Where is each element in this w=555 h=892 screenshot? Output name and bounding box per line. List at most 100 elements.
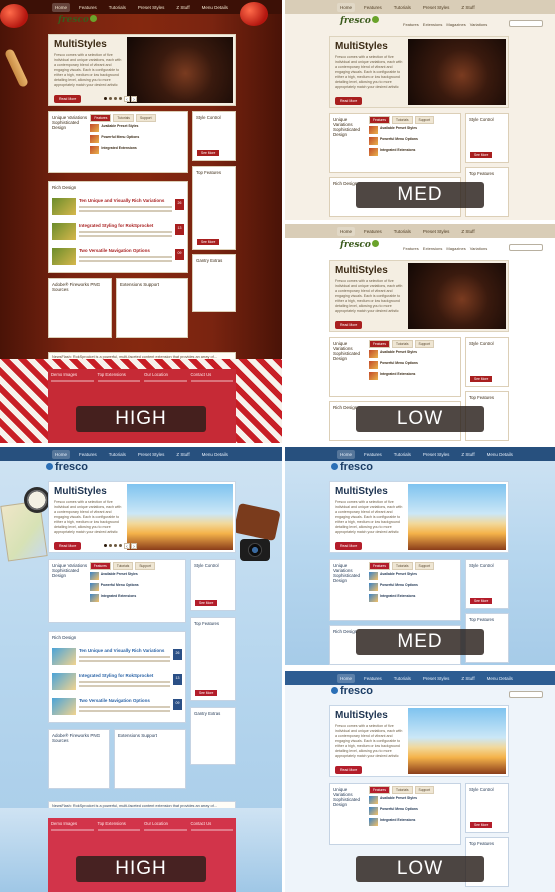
read-more-button[interactable]: Read More <box>335 97 363 105</box>
prev-arrow-icon[interactable]: ‹ <box>124 96 130 103</box>
search-input[interactable] <box>509 244 543 251</box>
feature-label[interactable]: Available Preset Styles <box>380 126 417 130</box>
nav-features[interactable]: Features <box>361 227 385 236</box>
nav-menu-details[interactable]: Menu Details <box>199 450 231 459</box>
nav-preset-styles[interactable]: Preset Styles <box>135 3 168 12</box>
nav-z-stuff[interactable]: Z Stuff <box>458 227 477 236</box>
nav-z-stuff[interactable]: Z Stuff <box>458 3 477 12</box>
tab-tutorials[interactable]: Tutorials <box>392 116 413 124</box>
nav-tutorials[interactable]: Tutorials <box>106 450 129 459</box>
nav-features[interactable]: Features <box>361 450 385 459</box>
feature-label[interactable]: Integrated Extensions <box>380 818 415 822</box>
tab-tutorials[interactable]: Tutorials <box>113 114 134 122</box>
nav-z-stuff[interactable]: Z Stuff <box>173 450 192 459</box>
read-more-button[interactable]: Read More <box>335 766 363 774</box>
nav-home[interactable]: Home <box>52 2 71 12</box>
nav-tutorials[interactable]: Tutorials <box>391 450 414 459</box>
slide-dot[interactable] <box>109 97 112 100</box>
see-more-button[interactable]: See More <box>470 598 493 604</box>
read-more-button[interactable]: Read More <box>335 542 363 550</box>
see-more-button[interactable]: See More <box>470 376 493 382</box>
nav-tutorials[interactable]: Tutorials <box>391 674 414 683</box>
subnav-item[interactable]: Extensions <box>423 22 443 27</box>
fresco-logo[interactable]: fresco <box>340 240 379 250</box>
tab-tutorials[interactable]: Tutorials <box>112 562 134 570</box>
nav-preset-styles[interactable]: Preset Styles <box>420 227 453 236</box>
tab-features[interactable]: Features <box>369 116 391 124</box>
nav-home[interactable]: Home <box>337 673 356 683</box>
nav-features[interactable]: Features <box>76 3 100 12</box>
fresco-logo[interactable]: fresco <box>58 15 97 25</box>
slide-dot[interactable] <box>119 544 122 547</box>
see-more-button[interactable]: See More <box>195 600 218 606</box>
see-more-button[interactable]: See More <box>470 822 493 828</box>
subnav-item[interactable]: Variations <box>470 246 488 251</box>
rich-item-title[interactable]: Integrated Styling for RokSprocket <box>79 223 153 228</box>
tab-support[interactable]: Support <box>135 114 156 122</box>
tab-features[interactable]: Features <box>369 340 391 348</box>
feature-label[interactable]: Available Preset Styles <box>101 572 138 576</box>
prev-arrow-icon[interactable]: ‹ <box>124 543 130 550</box>
rich-item-title[interactable]: Two Versatile Navigation Options <box>79 698 150 703</box>
rich-item-title[interactable]: Two Versatile Navigation Options <box>79 248 150 253</box>
subnav-item[interactable]: Features <box>403 22 419 27</box>
feature-label[interactable]: Available Preset Styles <box>380 572 417 576</box>
feature-label[interactable]: Powerful Menu Options <box>380 137 418 141</box>
next-arrow-icon[interactable]: › <box>131 543 137 550</box>
feature-label[interactable]: Powerful Menu Options <box>380 807 418 811</box>
tab-features[interactable]: Features <box>89 562 111 570</box>
nav-menu-details[interactable]: Menu Details <box>484 450 516 459</box>
tab-features[interactable]: Features <box>90 114 112 122</box>
nav-z-stuff[interactable]: Z Stuff <box>173 3 192 12</box>
rich-item-title[interactable]: Ten Unique and Visually Rich Variations <box>79 648 164 653</box>
rich-item-title[interactable]: Ten Unique and Visually Rich Variations <box>79 198 164 203</box>
slide-dot[interactable] <box>104 544 107 547</box>
tab-tutorials[interactable]: Tutorials <box>392 340 413 348</box>
nav-home[interactable]: Home <box>337 226 356 236</box>
search-input[interactable] <box>509 691 543 698</box>
rich-item-title[interactable]: Integrated Styling for RokSprocket <box>79 673 153 678</box>
feature-label[interactable]: Integrated Extensions <box>380 372 415 376</box>
feature-label[interactable]: Powerful Menu Options <box>380 361 418 365</box>
subnav-item[interactable]: Features <box>403 246 419 251</box>
slide-dot[interactable] <box>114 544 117 547</box>
tab-support[interactable]: Support <box>414 562 435 570</box>
see-more-button[interactable]: See More <box>470 152 493 158</box>
nav-preset-styles[interactable]: Preset Styles <box>135 450 168 459</box>
slide-dot[interactable] <box>104 97 107 100</box>
read-more-button[interactable]: Read More <box>54 542 82 550</box>
subnav-item[interactable]: Magazines <box>446 22 465 27</box>
nav-features[interactable]: Features <box>76 450 100 459</box>
next-arrow-icon[interactable]: › <box>131 96 137 103</box>
feature-label[interactable]: Available Preset Styles <box>101 124 138 128</box>
fresco-logo[interactable]: fresco <box>331 461 373 473</box>
nav-z-stuff[interactable]: Z Stuff <box>458 674 477 683</box>
nav-preset-styles[interactable]: Preset Styles <box>420 674 453 683</box>
fresco-logo[interactable]: fresco <box>331 685 373 697</box>
feature-label[interactable]: Integrated Extensions <box>101 594 136 598</box>
see-more-button[interactable]: See More <box>195 690 218 696</box>
subnav-item[interactable]: Extensions <box>423 246 443 251</box>
feature-label[interactable]: Powerful Menu Options <box>101 135 139 139</box>
fresco-logo[interactable]: fresco <box>340 16 379 26</box>
nav-home[interactable]: Home <box>337 449 356 459</box>
nav-preset-styles[interactable]: Preset Styles <box>420 3 453 12</box>
nav-z-stuff[interactable]: Z Stuff <box>458 450 477 459</box>
tab-features[interactable]: Features <box>369 562 391 570</box>
subnav-item[interactable]: Variations <box>470 22 488 27</box>
nav-tutorials[interactable]: Tutorials <box>391 3 414 12</box>
feature-label[interactable]: Powerful Menu Options <box>101 583 139 587</box>
nav-tutorials[interactable]: Tutorials <box>391 227 414 236</box>
tab-tutorials[interactable]: Tutorials <box>392 562 413 570</box>
feature-label[interactable]: Available Preset Styles <box>380 796 417 800</box>
read-more-button[interactable]: Read More <box>54 95 82 103</box>
tab-support[interactable]: Support <box>414 786 435 794</box>
feature-label[interactable]: Powerful Menu Options <box>380 583 418 587</box>
fresco-logo[interactable]: fresco <box>46 461 88 473</box>
feature-label[interactable]: Available Preset Styles <box>380 350 417 354</box>
tab-features[interactable]: Features <box>369 786 391 794</box>
tab-tutorials[interactable]: Tutorials <box>392 786 413 794</box>
nav-features[interactable]: Features <box>361 674 385 683</box>
feature-label[interactable]: Integrated Extensions <box>101 146 136 150</box>
tab-support[interactable]: Support <box>414 340 435 348</box>
